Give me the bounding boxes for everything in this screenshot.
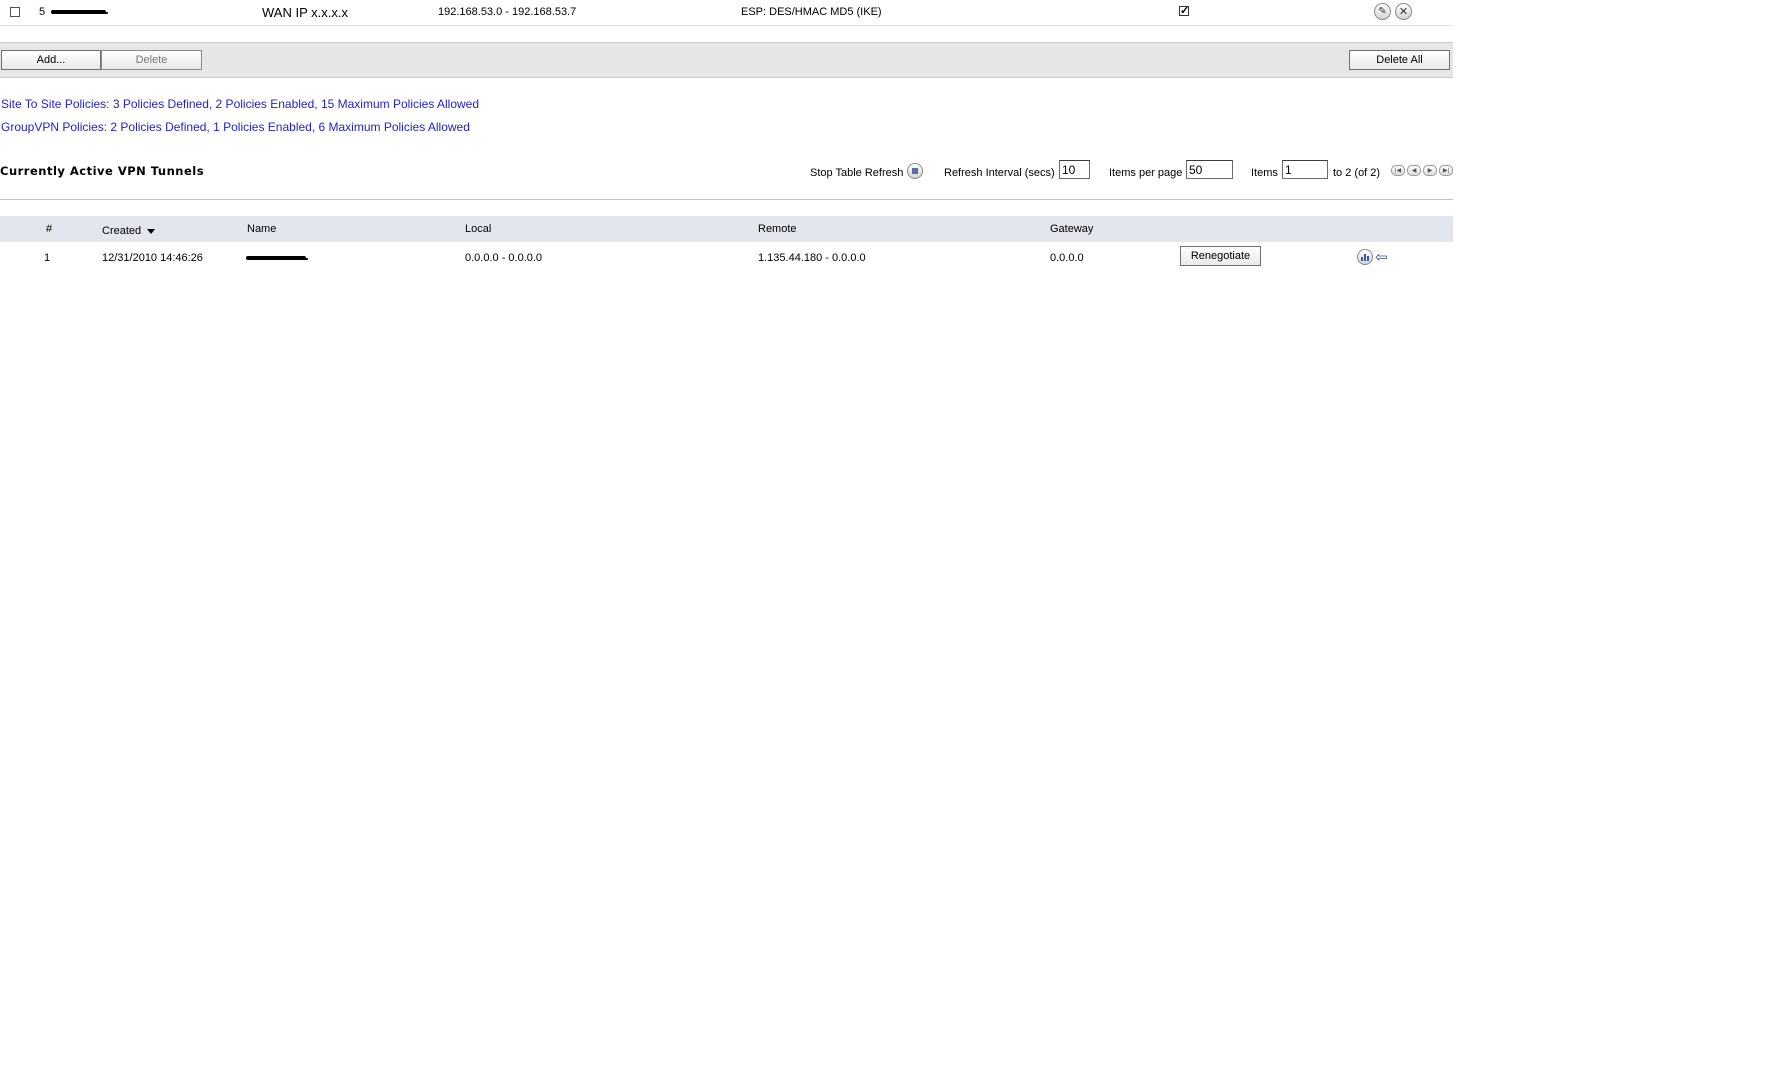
next-page-icon[interactable]: ▶ [1423,165,1437,176]
items-per-page-label: Items per page [1109,167,1183,179]
column-header-gateway: Gateway [1050,223,1094,235]
stop-refresh-icon[interactable] [907,163,923,179]
refresh-interval-label: Refresh Interval (secs) [944,167,1055,179]
tunnel-gateway: 0.0.0.0 [1050,252,1084,264]
tunnel-created: 12/31/2010 14:46:26 [102,252,203,264]
column-header-name: Name [247,223,277,235]
row-divider [0,25,1453,26]
column-header-created[interactable]: Created [102,225,156,237]
first-page-icon[interactable]: |◀ [1391,165,1405,176]
groupvpn-summary: GroupVPN Policies: 2 Policies Defined, 1… [1,120,470,134]
add-button[interactable]: Add... [1,50,101,70]
items-label: Items [1251,167,1278,179]
stop-refresh-label: Stop Table Refresh [810,167,904,179]
site-to-site-summary: Site To Site Policies: 3 Policies Define… [1,97,480,111]
tunnel-remote: 1.135.44.180 - 0.0.0.0 [758,252,866,264]
tunnel-local: 0.0.0.0 - 0.0.0.0 [465,252,543,264]
policy-destinations: 192.168.53.0 - 192.168.53.7 [438,6,577,18]
delete-icon[interactable]: ✕ [1395,3,1412,20]
policy-gateway: WAN IP x.x.x.x [262,5,348,20]
last-page-icon[interactable]: ▶| [1439,165,1453,176]
delete-button[interactable]: Delete [101,50,202,70]
prev-page-icon[interactable]: ◀ [1407,165,1421,176]
column-header-remote: Remote [758,223,797,235]
items-start-input[interactable] [1282,160,1328,179]
policy-number: 5 [39,6,46,18]
tunnels-table-header: # Created Name Local Remote Gateway [0,216,1453,242]
tunnel-number: 1 [44,252,51,264]
section-title: Currently Active VPN Tunnels [0,164,205,178]
items-per-page-input[interactable] [1186,160,1233,179]
section-divider [0,199,1453,200]
sort-descending-icon [147,228,156,234]
redacted-policy-name [51,10,108,14]
tunnel-arrow-icon[interactable]: ⇦ [1375,248,1388,266]
policy-select-checkbox[interactable] [10,7,20,17]
items-range: to 2 (of 2) [1333,167,1381,179]
renegotiate-button[interactable]: Renegotiate [1180,246,1261,266]
refresh-interval-input[interactable] [1059,160,1090,179]
policy-crypto-suite: ESP: DES/HMAC MD5 (IKE) [741,6,882,18]
column-header-local: Local [465,223,492,235]
edit-icon[interactable]: ✎ [1374,3,1391,20]
redacted-tunnel-name [246,256,308,260]
delete-all-button[interactable]: Delete All [1349,50,1450,70]
statistics-icon[interactable] [1357,249,1373,265]
policy-enable-checkbox[interactable] [1179,4,1189,17]
column-header-number: # [46,223,53,235]
column-header-created-label: Created [102,225,142,237]
policy-toolbar: Add... Delete Delete All [0,42,1453,78]
